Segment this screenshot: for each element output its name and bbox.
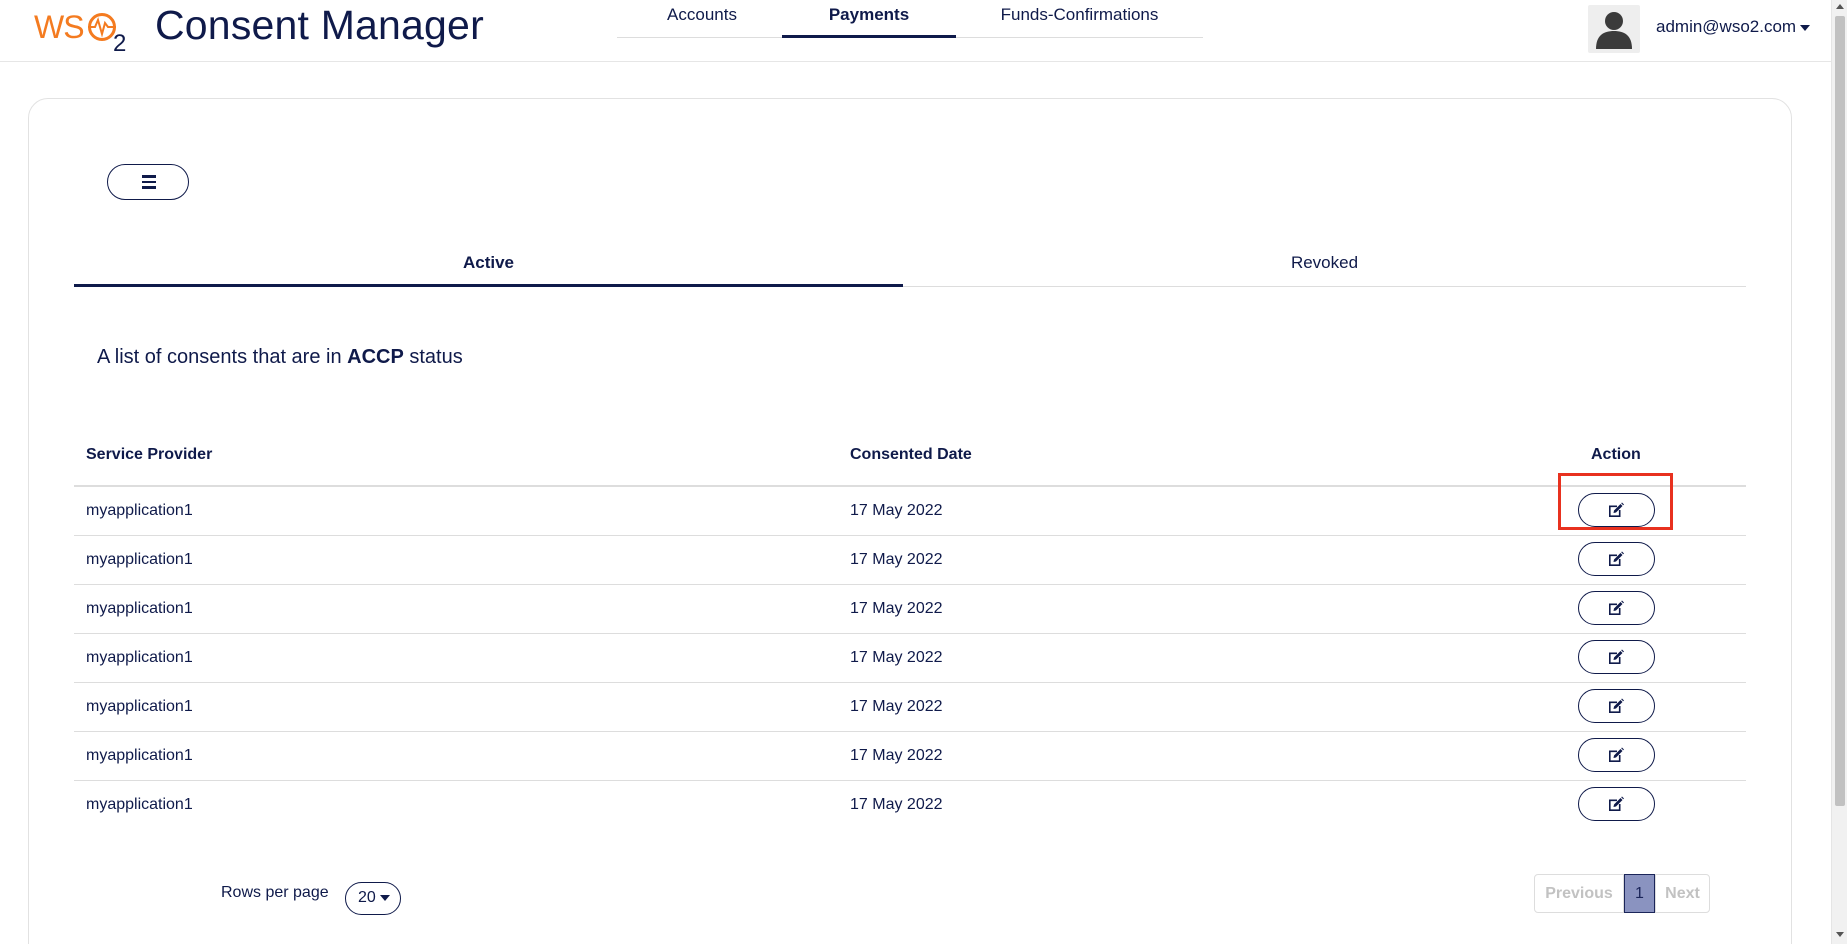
- svg-text:WS: WS: [34, 9, 84, 45]
- previous-page-button[interactable]: Previous: [1534, 874, 1624, 913]
- scroll-up-arrow-icon[interactable]: [1836, 4, 1844, 9]
- edit-consent-button[interactable]: [1578, 640, 1655, 674]
- svg-text:2: 2: [113, 30, 126, 52]
- description-prefix: A list of consents that are in: [97, 346, 348, 368]
- description-suffix: status: [403, 346, 463, 368]
- avatar[interactable]: [1588, 5, 1640, 53]
- column-header-service-provider: Service Provider: [86, 446, 213, 463]
- wso2-logo: WS 2: [34, 8, 134, 57]
- service-provider-cell: myapplication1: [86, 649, 193, 666]
- top-header: WS 2 Consent Manager Accounts Payments F…: [0, 0, 1831, 62]
- column-header-consented-date: Consented Date: [850, 446, 972, 463]
- service-provider-cell: myapplication1: [86, 502, 193, 519]
- consented-date-cell: 17 May 2022: [850, 551, 943, 568]
- tab-active[interactable]: Active: [74, 246, 903, 287]
- user-menu-toggle[interactable]: admin@wso2.com: [1656, 17, 1811, 37]
- table-row: myapplication1 17 May 2022: [74, 585, 1746, 634]
- service-provider-cell: myapplication1: [86, 600, 193, 617]
- rows-per-page-select[interactable]: 20: [345, 882, 401, 915]
- table-body: myapplication1 17 May 2022 myapplication1 1…: [74, 487, 1746, 830]
- consents-table: Service Provider Consented Date Action m…: [74, 430, 1746, 830]
- nav-tab-accounts[interactable]: Accounts: [617, 0, 787, 38]
- consented-date-cell: 17 May 2022: [850, 502, 943, 519]
- scrollbar-thumb[interactable]: [1835, 16, 1845, 806]
- rows-per-page-value: 20: [358, 889, 376, 906]
- caret-down-icon: [379, 894, 390, 901]
- consented-date-cell: 17 May 2022: [850, 649, 943, 666]
- scroll-down-arrow-icon[interactable]: [1836, 932, 1844, 937]
- page-button-current[interactable]: 1: [1624, 874, 1655, 913]
- nav-tab-payments[interactable]: Payments: [782, 0, 956, 38]
- edit-consent-button[interactable]: [1578, 542, 1655, 576]
- edit-consent-button[interactable]: [1578, 689, 1655, 723]
- consented-date-cell: 17 May 2022: [850, 747, 943, 764]
- user-silhouette-icon: [1596, 12, 1632, 49]
- service-provider-cell: myapplication1: [86, 747, 193, 764]
- vertical-scrollbar[interactable]: [1831, 0, 1847, 944]
- table-row: myapplication1 17 May 2022: [74, 634, 1746, 683]
- table-header: Service Provider Consented Date Action: [74, 430, 1746, 487]
- service-provider-cell: myapplication1: [86, 551, 193, 568]
- rows-per-page-label: Rows per page: [221, 884, 329, 901]
- consents-description: A list of consents that are in ACCP stat…: [97, 346, 463, 369]
- main-nav: Accounts Payments Funds-Confirmations: [617, 0, 1203, 38]
- service-provider-cell: myapplication1: [86, 698, 193, 715]
- edit-consent-button[interactable]: [1578, 787, 1655, 821]
- service-provider-cell: myapplication1: [86, 796, 193, 813]
- edit-consent-button[interactable]: [1578, 493, 1655, 527]
- edit-consent-button[interactable]: [1578, 591, 1655, 625]
- table-row: myapplication1 17 May 2022: [74, 732, 1746, 781]
- table-row: myapplication1 17 May 2022: [74, 781, 1746, 830]
- consented-date-cell: 17 May 2022: [850, 600, 943, 617]
- app-title: Consent Manager: [155, 2, 484, 48]
- next-page-button[interactable]: Next: [1655, 874, 1710, 913]
- column-header-action: Action: [1591, 446, 1641, 463]
- hamburger-menu-icon: [142, 175, 156, 189]
- caret-down-icon: [1800, 24, 1811, 31]
- status-code: ACCP: [347, 346, 404, 368]
- user-email: admin@wso2.com: [1656, 17, 1797, 36]
- table-row: myapplication1 17 May 2022: [74, 683, 1746, 732]
- nav-tab-funds-confirmations[interactable]: Funds-Confirmations: [956, 0, 1203, 38]
- consented-date-cell: 17 May 2022: [850, 698, 943, 715]
- status-tabs: Active Revoked: [74, 246, 1746, 287]
- edit-consent-button[interactable]: [1578, 738, 1655, 772]
- table-row: myapplication1 17 May 2022: [74, 536, 1746, 585]
- consented-date-cell: 17 May 2022: [850, 796, 943, 813]
- menu-toggle-button[interactable]: [107, 164, 189, 200]
- tab-revoked[interactable]: Revoked: [903, 246, 1746, 287]
- pagination: Previous 1 Next: [1534, 874, 1710, 913]
- table-row: myapplication1 17 May 2022: [74, 487, 1746, 536]
